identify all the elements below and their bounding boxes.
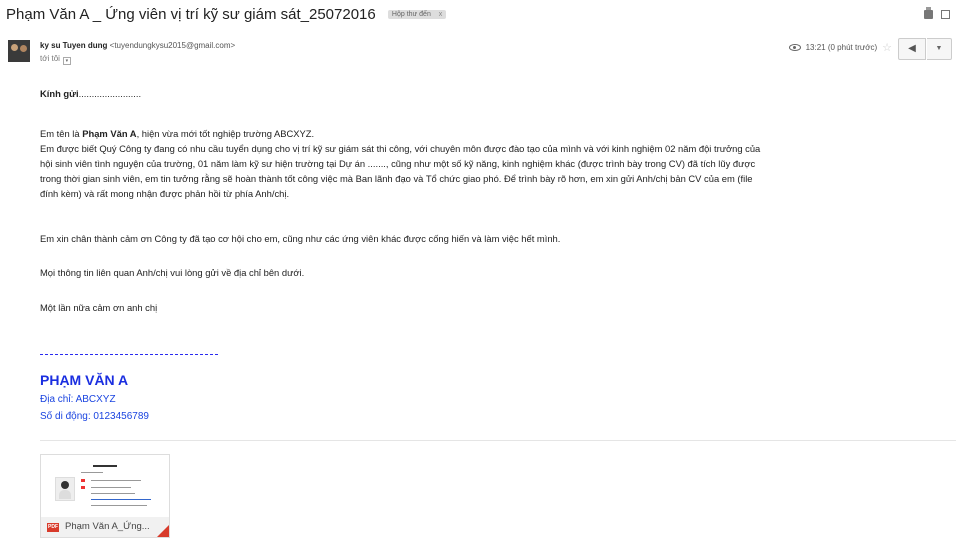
email-subject: Phạm Văn A _ Ứng viên vị trí kỹ sư giám … xyxy=(6,6,447,23)
top-actions xyxy=(924,7,950,19)
show-details-icon[interactable]: ▾ xyxy=(62,57,71,65)
attachment-corner xyxy=(157,525,169,537)
intro-text: Em tên là xyxy=(40,128,83,139)
message-time: 13:21 (0 phút trước) xyxy=(805,43,878,52)
greeting: Kính gửi........................ xyxy=(40,86,141,101)
attachment-card[interactable]: PDF Phạm Văn A_Ứng... xyxy=(40,454,170,538)
intro-text-end: , hiện vừa mới tốt nghiệp trường ABCXYZ. xyxy=(136,128,315,139)
reply-button[interactable]: ◀ xyxy=(898,38,926,60)
paragraph-line: đính kèm) và rất mong nhận được phản hồi… xyxy=(40,188,290,199)
preview-line xyxy=(91,499,151,500)
recipient-line: tới tôi ▾ xyxy=(40,54,71,65)
star-icon[interactable]: ☆ xyxy=(882,41,892,54)
closing-line: Một lần nữa cảm ơn anh chị xyxy=(40,302,158,313)
signature-address: Địa chỉ: ABCXYZ xyxy=(40,394,116,405)
new-window-icon[interactable] xyxy=(941,10,950,19)
attachments-divider xyxy=(40,440,956,441)
eye-icon xyxy=(788,44,801,51)
sender-avatar[interactable] xyxy=(8,40,30,62)
preview-line xyxy=(91,487,131,488)
sender-name[interactable]: ky su Tuyen dung xyxy=(40,41,107,50)
reply-icon: ◀ xyxy=(908,43,916,54)
signature-phone[interactable]: Số di động: 0123456789 xyxy=(40,411,149,422)
greeting-dots: ........................ xyxy=(78,88,142,99)
attachment-footer[interactable]: PDF Phạm Văn A_Ứng... xyxy=(41,517,169,537)
attachment-filename[interactable]: Phạm Văn A_Ứng... xyxy=(65,521,150,532)
preview-line xyxy=(91,493,135,494)
inbox-label[interactable]: Hộp thư đến x xyxy=(387,10,447,19)
inbox-label-text: Hộp thư đến xyxy=(391,11,431,18)
print-icon[interactable] xyxy=(924,7,933,19)
message-meta: 13:21 (0 phút trước) ☆ xyxy=(788,41,892,54)
signature-divider xyxy=(40,354,218,355)
preview-line xyxy=(91,480,141,481)
paragraph-line: Em được biết Quý Công ty đang có nhu cầu… xyxy=(40,143,761,154)
preview-line xyxy=(81,472,103,473)
sender-email: <tuyendungkysu2015@gmail.com> xyxy=(109,41,236,50)
greeting-bold: Kính gửi xyxy=(40,88,79,99)
more-actions-button[interactable]: ▼ xyxy=(927,38,952,60)
sender-line: ky su Tuyen dung <tuyendungkysu2015@gmai… xyxy=(40,41,235,50)
paragraph-line: trong thời gian sinh viên, em tin tưởng … xyxy=(40,173,753,184)
paragraph-line: hội sinh viên tình nguyện của trường, 01… xyxy=(40,158,756,169)
preview-title-line xyxy=(93,465,117,467)
signature-name: PHẠM VĂN A xyxy=(40,372,129,388)
preview-photo xyxy=(55,477,75,501)
chevron-down-icon: ▼ xyxy=(935,45,943,52)
pdf-icon: PDF xyxy=(47,523,59,532)
preview-line xyxy=(91,505,147,506)
attachment-preview[interactable] xyxy=(41,455,169,517)
preview-bullet xyxy=(81,486,85,489)
label-remove-icon[interactable]: x xyxy=(439,11,443,18)
thanks-line: Em xin chân thành cảm ơn Công ty đã tạo … xyxy=(40,233,561,244)
intro-line: Em tên là Phạm Văn A, hiện vừa mới tốt n… xyxy=(40,126,314,141)
contact-line: Mọi thông tin liên quan Anh/chị vui lòng… xyxy=(40,267,305,278)
intro-name: Phạm Văn A xyxy=(82,128,137,139)
preview-bullet xyxy=(81,479,85,482)
recipient-text: tới tôi xyxy=(40,54,60,63)
subject-text: Phạm Văn A _ Ứng viên vị trí kỹ sư giám … xyxy=(6,6,376,23)
